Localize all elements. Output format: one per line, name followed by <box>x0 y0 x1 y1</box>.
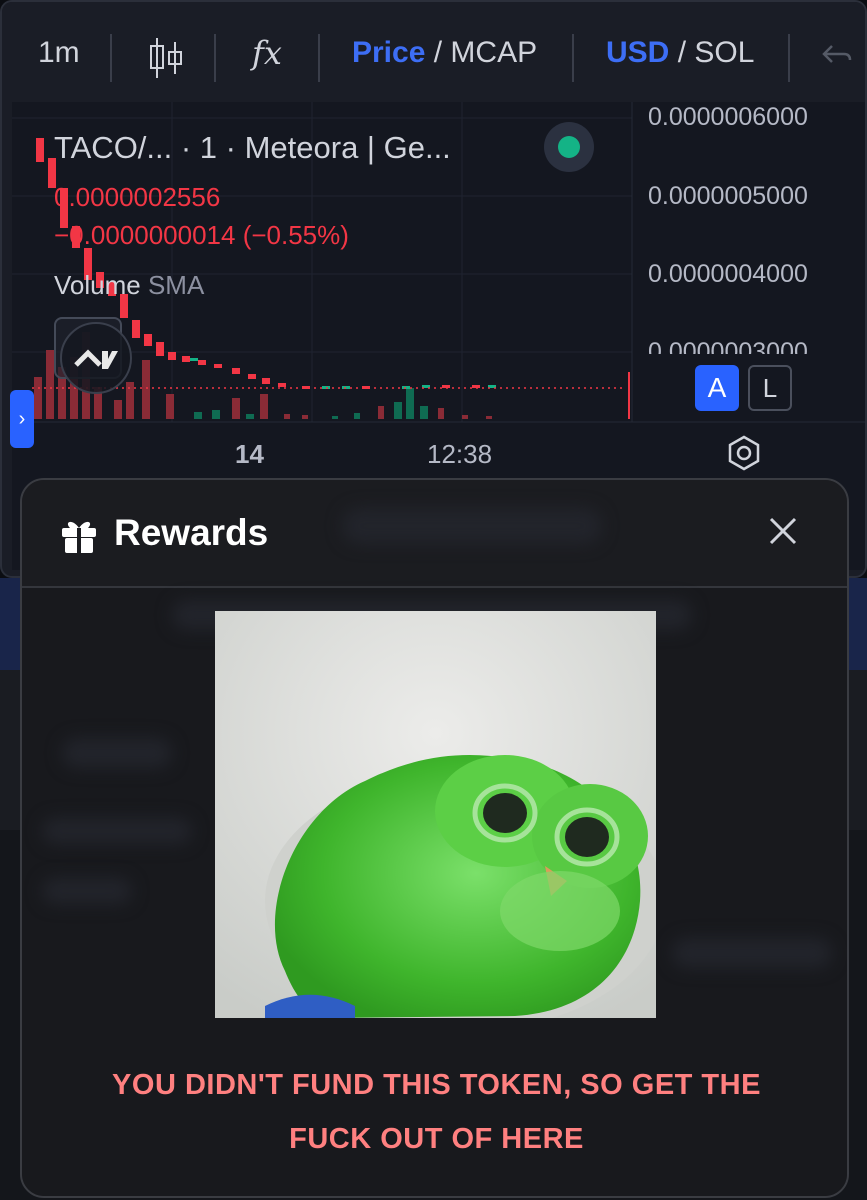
message-line-1: YOU DIDN'T FUND THIS TOKEN, SO GET THE <box>112 1069 761 1101</box>
status-dot <box>558 136 580 158</box>
volume-label: Volume <box>54 270 141 300</box>
y-axis-tick: 0.0000005000 <box>648 182 808 210</box>
y-axis-tick: 0.0000006000 <box>648 103 808 131</box>
settings-gear-icon[interactable] <box>725 434 763 477</box>
y-axis-tick-clip: 0.0000003000 <box>642 332 852 354</box>
blurred-content <box>42 818 192 844</box>
x-axis-time-label: 12:38 <box>427 439 493 469</box>
rewards-modal: Rewards YOU DIDN'T FUND THIS TOKEN, SO G… <box>20 478 849 1198</box>
drawing-toolbar-handle[interactable]: › <box>10 390 34 448</box>
blurred-content <box>62 738 172 768</box>
current-price: 0.0000002556 <box>54 182 221 212</box>
blurred-content <box>672 938 832 968</box>
message-line-2: FUCK OUT OF HERE <box>289 1123 584 1155</box>
volume-legend[interactable]: Volume SMA <box>54 270 204 301</box>
sma-label: SMA <box>147 270 205 300</box>
tradingview-logo-icon <box>60 322 132 394</box>
price-change: −0.0000000014 (−0.55%) <box>54 220 349 250</box>
frog-meme-image <box>215 611 656 1018</box>
y-axis-tick: 0.0000004000 <box>648 260 808 288</box>
auto-scale-button[interactable]: A <box>695 365 739 411</box>
modal-title: Rewards <box>114 512 269 553</box>
y-axis-tick: 0.0000003000 <box>648 338 808 354</box>
blurred-content <box>42 878 132 904</box>
x-axis-day-label: 14 <box>235 439 264 469</box>
gift-icon <box>60 516 98 559</box>
blurred-content <box>342 508 602 544</box>
pair-title[interactable]: TACO/... · 1 · Meteora | Ge... <box>54 130 451 166</box>
close-icon[interactable] <box>768 516 798 551</box>
rewards-message: YOU DIDN'T FUND THIS TOKEN, SO GET THE F… <box>62 1058 811 1166</box>
log-scale-button[interactable]: L <box>748 365 792 411</box>
